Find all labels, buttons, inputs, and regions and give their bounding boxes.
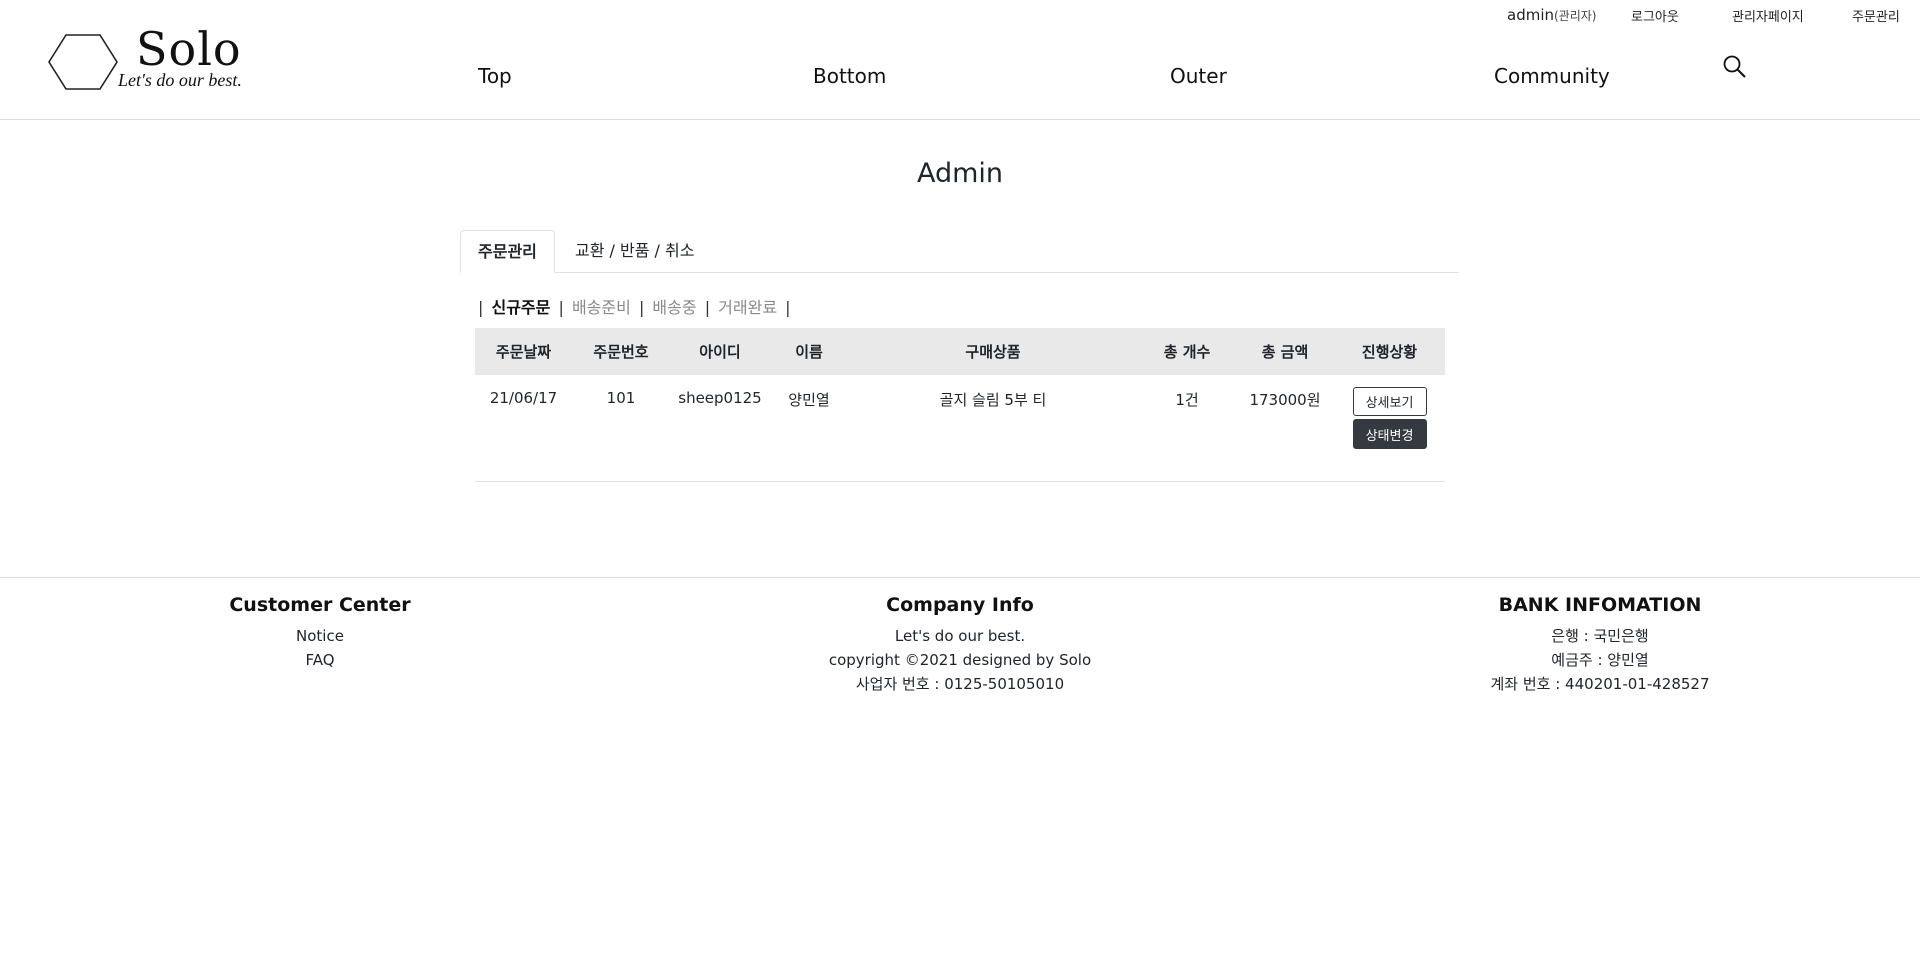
company-info-title: Company Info bbox=[886, 594, 1034, 616]
nav-bottom[interactable]: Bottom bbox=[813, 64, 886, 88]
tab-bar: 주문관리 교환 / 반품 / 취소 bbox=[460, 230, 1459, 273]
header-order-date: 주문날짜 bbox=[475, 328, 572, 375]
cell-count: 1건 bbox=[1138, 375, 1236, 482]
user-role: (관리자) bbox=[1554, 9, 1597, 23]
hexagon-logo-icon bbox=[48, 34, 118, 90]
header-order-no: 주문번호 bbox=[572, 328, 670, 375]
site-logo[interactable]: Solo Let's do our best. bbox=[48, 22, 298, 94]
logout-link[interactable]: 로그아웃 bbox=[1631, 6, 1679, 25]
admin-page-link[interactable]: 관리자페이지 bbox=[1732, 6, 1804, 25]
bank-info-title: BANK INFOMATION bbox=[1498, 594, 1702, 616]
header-user-id: 아이디 bbox=[670, 328, 770, 375]
cell-product: 골지 슬림 5부 티 bbox=[848, 375, 1138, 482]
nav-top[interactable]: Top bbox=[478, 64, 512, 88]
search-icon[interactable] bbox=[1722, 54, 1748, 80]
cell-user-id: sheep0125 bbox=[670, 375, 770, 482]
page-title: Admin bbox=[916, 158, 1004, 189]
tab-exchange-return-cancel[interactable]: 교환 / 반품 / 취소 bbox=[558, 230, 711, 271]
account-holder: 예금주 : 양민열 bbox=[1551, 651, 1649, 669]
site-header: Solo Let's do our best. admin(관리자) 로그아웃 … bbox=[0, 0, 1920, 120]
business-number: 사업자 번호 : 0125-50105010 bbox=[855, 675, 1065, 693]
bank-info-section: BANK INFOMATION 은행 : 국민은행 예금주 : 양민열 계좌 번… bbox=[1450, 594, 1750, 696]
customer-center-title: Customer Center bbox=[229, 594, 411, 616]
cell-name: 양민열 bbox=[770, 375, 848, 482]
view-detail-button[interactable]: 상세보기 bbox=[1352, 387, 1427, 416]
order-manage-link[interactable]: 주문관리 bbox=[1852, 6, 1900, 25]
site-footer: Customer Center Notice FAQ Company Info … bbox=[0, 577, 1920, 728]
company-slogan: Let's do our best. bbox=[894, 627, 1026, 645]
current-user: admin(관리자) bbox=[1507, 6, 1596, 24]
header-total: 총 금액 bbox=[1236, 328, 1334, 375]
table-header-row: 주문날짜 주문번호 아이디 이름 구매상품 총 개수 총 금액 진행상황 bbox=[475, 328, 1445, 375]
account-number: 계좌 번호 : 440201-01-428527 bbox=[1490, 675, 1710, 693]
change-status-button[interactable]: 상태변경 bbox=[1352, 419, 1427, 449]
status-filter-bar: | 신규주문 | 배송준비 | 배송중 | 거래완료 | bbox=[478, 298, 791, 317]
company-info-section: Company Info Let's do our best. copyrigh… bbox=[810, 594, 1110, 696]
header-name: 이름 bbox=[770, 328, 848, 375]
cell-order-no: 101 bbox=[572, 375, 670, 482]
filter-new-order[interactable]: 신규주문 bbox=[491, 298, 550, 317]
cell-order-date: 21/06/17 bbox=[475, 375, 572, 482]
cell-actions: 상세보기 상태변경 bbox=[1334, 375, 1445, 482]
nav-community[interactable]: Community bbox=[1494, 64, 1610, 88]
orders-table: 주문날짜 주문번호 아이디 이름 구매상품 총 개수 총 금액 진행상황 21/… bbox=[475, 328, 1445, 482]
brand-slogan: Let's do our best. bbox=[118, 70, 242, 90]
filter-shipping[interactable]: 배송중 bbox=[652, 298, 696, 317]
notice-link[interactable]: Notice bbox=[220, 624, 420, 648]
customer-center-section: Customer Center Notice FAQ bbox=[220, 594, 420, 672]
header-count: 총 개수 bbox=[1138, 328, 1236, 375]
filter-preparing[interactable]: 배송준비 bbox=[572, 298, 631, 317]
faq-link[interactable]: FAQ bbox=[220, 648, 420, 672]
user-id: admin bbox=[1507, 6, 1554, 24]
nav-outer[interactable]: Outer bbox=[1170, 64, 1227, 88]
cell-total: 173000원 bbox=[1236, 375, 1334, 482]
tab-order-manage[interactable]: 주문관리 bbox=[460, 230, 555, 273]
header-progress: 진행상황 bbox=[1334, 328, 1445, 375]
filter-completed[interactable]: 거래완료 bbox=[718, 298, 777, 317]
brand-name: Solo bbox=[136, 22, 242, 76]
copyright-text: copyright ©2021 designed by Solo bbox=[828, 651, 1092, 669]
table-row: 21/06/17 101 sheep0125 양민열 골지 슬림 5부 티 1건… bbox=[475, 375, 1445, 482]
bank-name: 은행 : 국민은행 bbox=[1551, 627, 1649, 645]
header-product: 구매상품 bbox=[848, 328, 1138, 375]
